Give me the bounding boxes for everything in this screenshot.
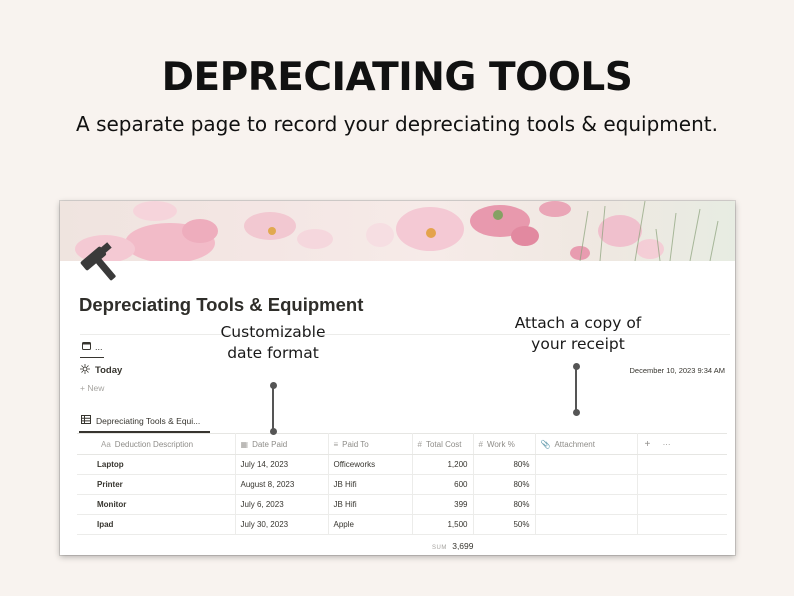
- annotation-dot: [573, 409, 580, 416]
- row-spacer: [637, 494, 727, 515]
- number-icon: #: [417, 439, 422, 449]
- calendar-icon: ▦: [240, 439, 249, 449]
- sum-label: SUM: [432, 545, 447, 551]
- date-paid[interactable]: July 30, 2023: [235, 514, 329, 535]
- sum-value: 3,699: [452, 541, 474, 551]
- date-property[interactable]: ...: [82, 341, 103, 352]
- work-percent[interactable]: 80%: [473, 454, 536, 475]
- column-actions: + ···: [637, 433, 727, 455]
- subhead: A separate page to record your depreciat…: [76, 112, 718, 136]
- date-paid[interactable]: July 14, 2023: [235, 454, 329, 475]
- paid-to[interactable]: JB Hifi: [328, 474, 413, 495]
- column-header[interactable]: Aa Deduction Description: [77, 433, 236, 455]
- deduction-description[interactable]: Laptop: [77, 454, 236, 475]
- paperclip-icon: 📎: [540, 439, 551, 449]
- deduction-description[interactable]: Ipad: [77, 514, 236, 535]
- headline: DEPRECIATING TOOLS: [161, 55, 633, 100]
- total-cost[interactable]: 1,200: [412, 454, 474, 475]
- column-header[interactable]: 📎 Attachment: [535, 433, 638, 455]
- attachment[interactable]: [535, 494, 638, 515]
- annotation-date-format: Customizable date format: [220, 323, 326, 362]
- annotation-receipt: Attach a copy of your receipt: [514, 314, 642, 353]
- hammer-icon[interactable]: [80, 239, 124, 283]
- attachment[interactable]: [535, 454, 638, 475]
- column-header[interactable]: # Work %: [473, 433, 536, 455]
- page-title[interactable]: Depreciating Tools & Equipment: [79, 294, 363, 316]
- total-cost[interactable]: 600: [412, 474, 474, 495]
- date-paid[interactable]: July 6, 2023: [235, 494, 329, 515]
- text-type-icon: Aa: [101, 439, 111, 449]
- more-options-button[interactable]: ···: [663, 440, 671, 449]
- calendar-icon: [82, 341, 91, 352]
- number-icon: #: [478, 439, 483, 449]
- attachment[interactable]: [535, 514, 638, 535]
- today-label: Today: [95, 365, 123, 376]
- text-icon: ≡: [333, 439, 339, 449]
- paid-to[interactable]: JB Hifi: [328, 494, 413, 515]
- tab-label: Depreciating Tools & Equi...: [96, 415, 201, 426]
- timestamp: December 10, 2023 9:34 AM: [629, 366, 725, 375]
- today-row[interactable]: Today: [80, 364, 122, 377]
- row-spacer: [637, 474, 727, 495]
- paid-to[interactable]: Apple: [328, 514, 413, 535]
- add-column-button[interactable]: +: [645, 439, 651, 450]
- table-row[interactable]: Printer August 8, 2023 JB Hifi 600 80%: [77, 474, 727, 495]
- plus-icon: +: [80, 383, 85, 393]
- annotation-line: [272, 386, 274, 431]
- annotation-line: [575, 367, 577, 412]
- column-header[interactable]: # Total Cost: [412, 433, 474, 455]
- row-spacer: [637, 454, 727, 475]
- table-row[interactable]: Ipad July 30, 2023 Apple 1,500 50%: [77, 514, 727, 535]
- sum-row[interactable]: SUM 3,699: [432, 541, 474, 551]
- sun-icon: [80, 364, 90, 377]
- work-percent[interactable]: 50%: [473, 514, 536, 535]
- work-percent[interactable]: 80%: [473, 474, 536, 495]
- date-paid[interactable]: August 8, 2023: [235, 474, 329, 495]
- row-spacer: [637, 514, 727, 535]
- paid-to[interactable]: Officeworks: [328, 454, 413, 475]
- notion-page-window: Depreciating Tools & Equipment ... Today…: [60, 201, 735, 555]
- total-cost[interactable]: 1,500: [412, 514, 474, 535]
- deduction-description[interactable]: Printer: [77, 474, 236, 495]
- deduction-description[interactable]: Monitor: [77, 494, 236, 515]
- table-row[interactable]: Monitor July 6, 2023 JB Hifi 399 80%: [77, 494, 727, 515]
- cover-image: [60, 201, 735, 261]
- new-label: New: [87, 383, 105, 393]
- column-header[interactable]: ▦ Date Paid: [235, 433, 329, 455]
- new-button[interactable]: + New: [80, 383, 104, 393]
- table-icon: [81, 415, 91, 426]
- column-header[interactable]: ≡ Paid To: [328, 433, 413, 455]
- annotation-dot: [270, 428, 277, 435]
- attachment[interactable]: [535, 474, 638, 495]
- table-row[interactable]: Laptop July 14, 2023 Officeworks 1,200 8…: [77, 454, 727, 475]
- tab-database-view[interactable]: Depreciating Tools & Equi...: [81, 415, 200, 426]
- property-underline: [80, 357, 104, 358]
- work-percent[interactable]: 80%: [473, 494, 536, 515]
- total-cost[interactable]: 399: [412, 494, 474, 515]
- property-label: ...: [95, 341, 103, 352]
- database-table: Aa Deduction Description ▦ Date Paid ≡ Paid…: [77, 433, 727, 535]
- table-header-row: Aa Deduction Description ▦ Date Paid ≡ Paid…: [77, 433, 727, 455]
